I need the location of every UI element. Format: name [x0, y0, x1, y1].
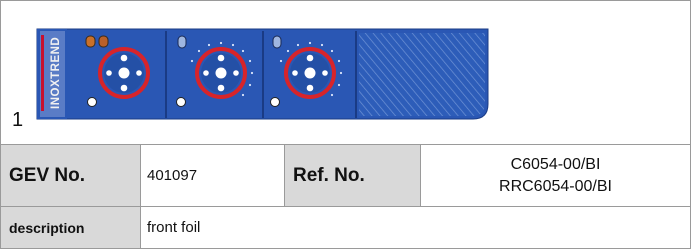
pilot-light-3 [270, 97, 280, 107]
gev-value: 401097 [141, 145, 285, 206]
ref-value-1: C6054-00/BI [510, 155, 601, 173]
brand-text: INOXTREND [50, 37, 62, 109]
pilot-light-1 [87, 97, 97, 107]
spare-part-sheet: INOXTREND 1 GEV No. 401097 Ref. No. C605… [0, 0, 691, 249]
indicator-lamp-1 [85, 35, 96, 48]
ref-label: Ref. No. [285, 145, 421, 206]
brand-accent [41, 35, 44, 111]
part-number-row: GEV No. 401097 Ref. No. C6054-00/BI RRC6… [1, 145, 690, 207]
hatched-area [359, 33, 485, 116]
indicator-lamp-2 [98, 35, 109, 48]
ref-values: C6054-00/BI RRC6054-00/BI [421, 145, 690, 206]
front-foil-image: INOXTREND [36, 28, 489, 120]
pilot-light-2 [176, 97, 186, 107]
gev-label: GEV No. [1, 145, 141, 206]
image-index-label: 1 [12, 109, 24, 131]
ref-value-2: RRC6054-00/BI [499, 177, 612, 195]
product-image-cell: INOXTREND 1 [1, 1, 690, 145]
description-row: description front foil [1, 207, 690, 248]
description-label: description [1, 207, 141, 248]
description-value: front foil [147, 219, 201, 236]
